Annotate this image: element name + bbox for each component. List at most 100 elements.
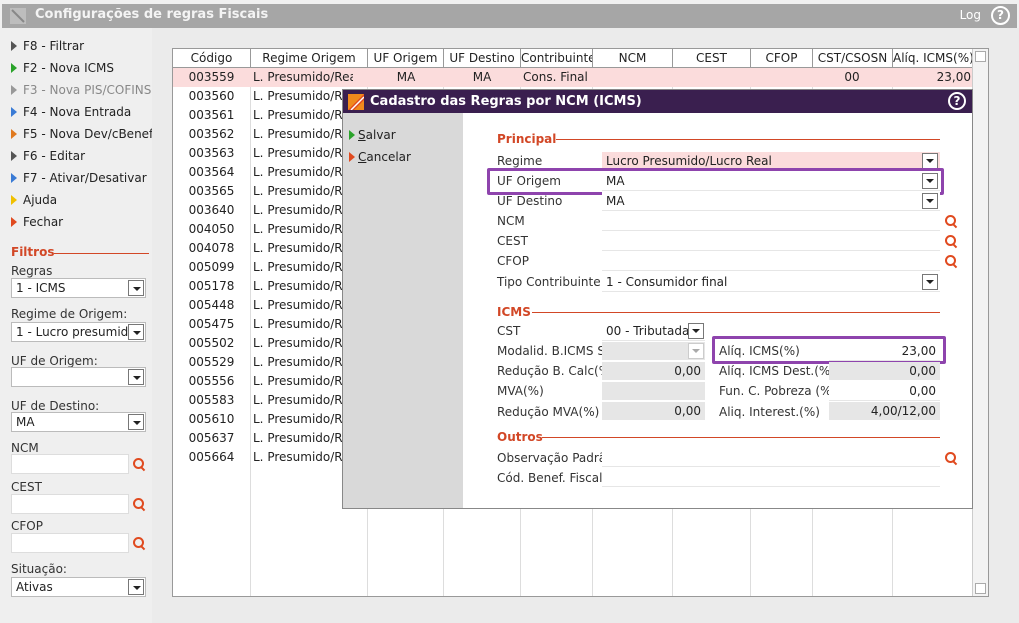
icms-divider [532,312,940,313]
menu-item-7[interactable]: Ajuda [11,193,57,211]
column-header-6[interactable]: CEST [673,49,751,68]
fun-pobreza-input[interactable]: 0,00 [829,382,940,401]
grid-scrollbar[interactable] [972,49,988,596]
reducao-calc-input: 0,00 [602,362,705,381]
log-link[interactable]: Log [960,8,981,22]
cancel-label: ancelar [366,150,411,164]
regras-value: 1 - ICMS [16,281,66,295]
ncm-rule-dialog: Cadastro das Regras por NCM (ICMS) ? Sal… [342,89,973,509]
chevron-down-icon[interactable] [128,414,144,430]
chevron-down-icon[interactable] [128,369,144,385]
cest-filter-input[interactable] [11,494,129,514]
play-icon [11,194,17,205]
cell-regime: L. Presumido/Re [253,165,350,179]
cfop-label: CFOP [497,254,529,268]
menu-item-4[interactable]: F5 - Nova Dev/cBenef [11,127,153,145]
menu-item-2[interactable]: F3 - Nova PIS/COFINS [11,83,151,101]
observacao-input[interactable] [602,448,940,467]
table-row-selected[interactable]: 003559 L. Presumido/Real MA MA Cons. Fin… [173,68,973,87]
play-icon [349,151,355,162]
chevron-down-icon[interactable] [688,323,704,339]
ncm-filter-input[interactable] [11,454,129,474]
cell-codigo: 004078 [188,241,235,255]
ncm-label: NCM [497,214,525,228]
cfop-filter-input[interactable] [11,533,129,553]
uf-destino-select[interactable]: MA [602,192,940,211]
column-header-7[interactable]: CFOP [751,49,813,68]
cell-regime: L. Presumido/Re [253,108,350,122]
sidebar: F8 - Filtrar F2 - Nova ICMS F3 - Nova PIS/… [0,28,153,623]
cest-input[interactable] [602,232,940,251]
situacao-value: Ativas [16,580,53,594]
search-icon[interactable] [945,452,957,464]
column-header-3[interactable]: UF Destino [444,49,521,68]
cell-codigo: 005475 [188,317,235,331]
scroll-up-icon[interactable] [975,51,986,62]
column-header-4[interactable]: Contribuinte [521,49,593,68]
regras-select[interactable]: 1 - ICMS [11,278,146,298]
grid-header: Código Regime Origem UF Origem UF Destino Co… [173,49,973,68]
cell-codigo: 005502 [188,336,235,350]
column-header-2[interactable]: UF Origem [368,49,444,68]
search-icon[interactable] [945,215,957,227]
situacao-select[interactable]: Ativas [11,577,146,597]
help-icon[interactable]: ? [948,92,966,110]
uf-origem-filter-select[interactable] [11,367,146,387]
regime-value: Lucro Presumido/Lucro Real [606,154,772,168]
search-icon[interactable] [133,537,145,549]
tipo-contribuinte-label: Tipo Contribuinte [497,275,601,289]
search-icon[interactable] [133,498,145,510]
column-header-8[interactable]: CST/CSOSN [813,49,893,68]
menu-item-8[interactable]: Fechar [11,215,63,233]
cell-codigo: 005637 [188,431,235,445]
save-button[interactable]: Salvar [349,128,396,142]
column-header-5[interactable]: NCM [593,49,673,68]
play-icon [11,84,17,95]
ncm-filter-label: NCM [11,441,39,455]
scroll-down-icon[interactable] [975,583,986,594]
search-icon[interactable] [133,458,145,470]
search-icon[interactable] [945,255,957,267]
aliq-interest-label: Aliq. Interest.(%) [719,405,820,419]
uf-destino-filter-select[interactable]: MA [11,412,146,432]
menu-item-0[interactable]: F8 - Filtrar [11,39,84,57]
chevron-down-icon[interactable] [922,193,938,209]
column-header-9[interactable]: Alíq. ICMS(%) [893,49,973,68]
chevron-down-icon[interactable] [128,579,144,595]
chevron-down-icon[interactable] [128,324,144,340]
uf-destino-label: UF Destino [497,194,563,208]
filters-divider [54,253,149,254]
chevron-down-icon[interactable] [128,280,144,296]
chevron-down-icon[interactable] [922,153,938,169]
menu-item-label: F8 - Filtrar [23,39,85,53]
cest-label: CEST [497,234,528,248]
search-icon[interactable] [945,235,957,247]
cest-filter-label: CEST [11,480,42,494]
cod-benef-input[interactable] [602,468,940,487]
menu-item-label: F6 - Editar [23,149,86,163]
menu-item-3[interactable]: F4 - Nova Entrada [11,105,131,123]
column-header-0[interactable]: Código [173,49,251,68]
chevron-down-icon[interactable] [922,274,938,290]
menu-item-label: F5 - Nova Dev/cBenef [23,127,154,141]
filters-title: Filtros [11,245,55,259]
cfop-input[interactable] [602,252,940,271]
menu-item-5[interactable]: F6 - Editar [11,149,85,167]
regime-origem-select[interactable]: 1 - Lucro presumido [11,322,146,342]
mva-label: MVA(%) [497,384,544,398]
menu-item-6[interactable]: F7 - Ativar/Desativar [11,171,147,189]
tipo-contribuinte-select[interactable]: 1 - Consumidor final [602,273,940,292]
chevron-down-icon [688,343,704,359]
cell-regime: L. Presumido/Re [253,127,350,141]
cancel-button[interactable]: Cancelar [349,150,411,164]
regime-label: Regime [497,154,543,168]
column-header-1[interactable]: Regime Origem [251,49,368,68]
window-titlebar: Configurações de regras Fiscais Log ? [2,4,1017,28]
cell-regime: L. Presumido/Re [253,317,350,331]
menu-item-1[interactable]: F2 - Nova ICMS [11,61,114,79]
help-icon[interactable]: ? [991,6,1010,25]
play-icon [11,40,17,51]
ncm-input[interactable] [602,212,940,231]
cell-codigo: 003560 [188,89,235,103]
icms-section-title: ICMS [497,305,531,319]
